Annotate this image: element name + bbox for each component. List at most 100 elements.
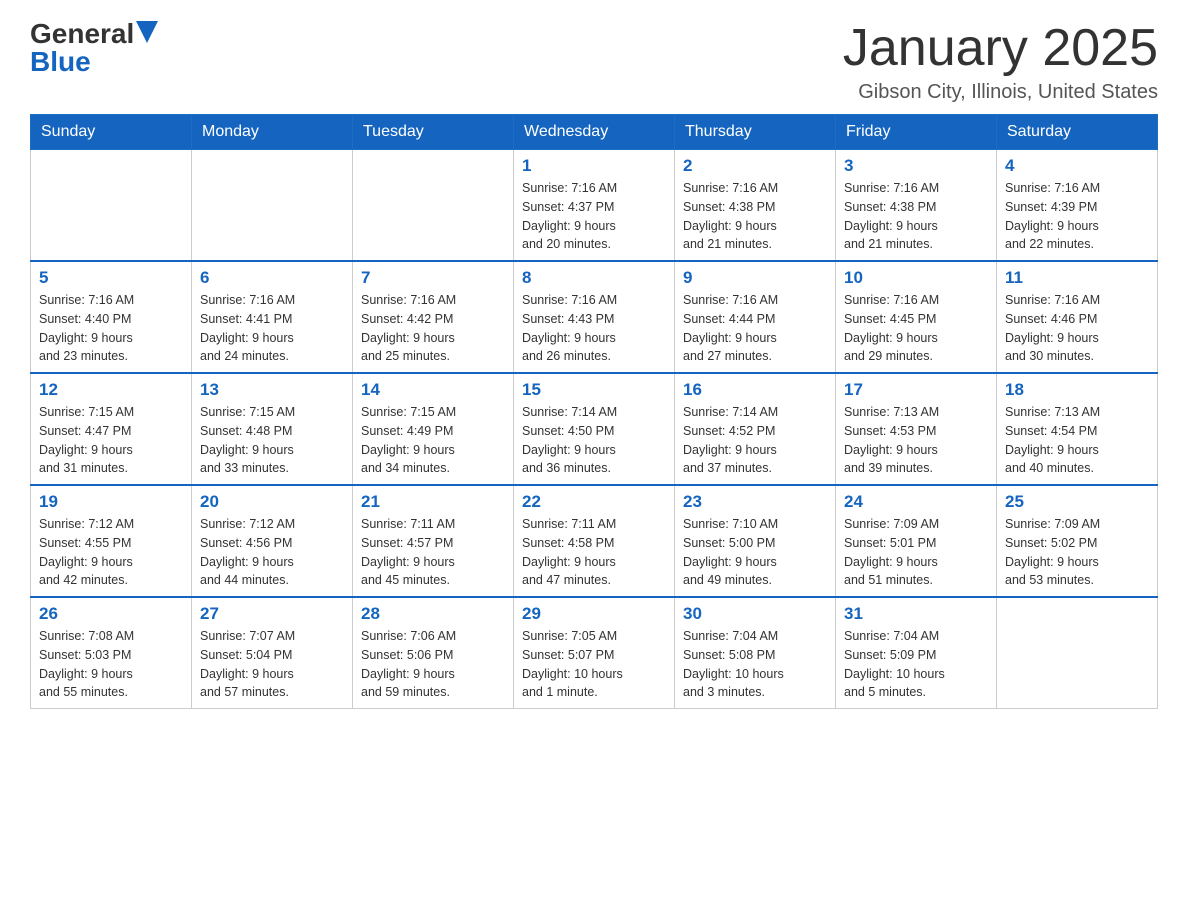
day-info: Sunrise: 7:05 AM Sunset: 5:07 PM Dayligh… bbox=[522, 627, 666, 702]
day-number: 7 bbox=[361, 268, 505, 288]
day-number: 12 bbox=[39, 380, 183, 400]
day-info: Sunrise: 7:11 AM Sunset: 4:58 PM Dayligh… bbox=[522, 515, 666, 590]
day-info: Sunrise: 7:14 AM Sunset: 4:52 PM Dayligh… bbox=[683, 403, 827, 478]
day-header-tuesday: Tuesday bbox=[353, 115, 514, 150]
location-text: Gibson City, Illinois, United States bbox=[843, 81, 1158, 104]
day-header-thursday: Thursday bbox=[675, 115, 836, 150]
day-number: 19 bbox=[39, 492, 183, 512]
day-info: Sunrise: 7:13 AM Sunset: 4:53 PM Dayligh… bbox=[844, 403, 988, 478]
calendar-cell: 10 Sunrise: 7:16 AM Sunset: 4:45 PM Dayli… bbox=[836, 261, 997, 373]
day-info: Sunrise: 7:16 AM Sunset: 4:39 PM Dayligh… bbox=[1005, 179, 1149, 254]
day-number: 11 bbox=[1005, 268, 1149, 288]
day-info: Sunrise: 7:11 AM Sunset: 4:57 PM Dayligh… bbox=[361, 515, 505, 590]
calendar-cell: 8Sunrise: 7:16 AM Sunset: 4:43 PM Daylig… bbox=[514, 261, 675, 373]
calendar-cell: 1Sunrise: 7:16 AM Sunset: 4:37 PM Daylig… bbox=[514, 150, 675, 262]
month-title: January 2025 bbox=[843, 20, 1158, 77]
day-number: 20 bbox=[200, 492, 344, 512]
calendar-cell: 15Sunrise: 7:14 AM Sunset: 4:50 PM Dayli… bbox=[514, 373, 675, 485]
title-section: January 2025 Gibson City, Illinois, Unit… bbox=[843, 20, 1158, 104]
logo-general-text: General bbox=[30, 20, 134, 48]
calendar-cell: 12 Sunrise: 7:15 AM Sunset: 4:47 PM Dayli… bbox=[31, 373, 192, 485]
day-info: Sunrise: 7:09 AM Sunset: 5:01 PM Dayligh… bbox=[844, 515, 988, 590]
day-info: Sunrise: 7:15 AM Sunset: 4:48 PM Dayligh… bbox=[200, 403, 344, 478]
calendar-cell: 23Sunrise: 7:10 AM Sunset: 5:00 PM Dayli… bbox=[675, 485, 836, 597]
day-number: 24 bbox=[844, 492, 988, 512]
calendar-week-row: 26 Sunrise: 7:08 AM Sunset: 5:03 PM Dayli… bbox=[31, 597, 1158, 709]
day-number: 28 bbox=[361, 604, 505, 624]
day-info: Sunrise: 7:09 AM Sunset: 5:02 PM Dayligh… bbox=[1005, 515, 1149, 590]
calendar-cell bbox=[353, 150, 514, 262]
calendar-cell: 20Sunrise: 7:12 AM Sunset: 4:56 PM Dayli… bbox=[192, 485, 353, 597]
day-number: 31 bbox=[844, 604, 988, 624]
calendar-cell: 17Sunrise: 7:13 AM Sunset: 4:53 PM Dayli… bbox=[836, 373, 997, 485]
day-number: 18 bbox=[1005, 380, 1149, 400]
day-info: Sunrise: 7:16 AM Sunset: 4:38 PM Dayligh… bbox=[844, 179, 988, 254]
day-number: 30 bbox=[683, 604, 827, 624]
day-number: 4 bbox=[1005, 156, 1149, 176]
calendar-cell: 14 Sunrise: 7:15 AM Sunset: 4:49 PM Dayli… bbox=[353, 373, 514, 485]
calendar-cell: 6 Sunrise: 7:16 AM Sunset: 4:41 PM Daylig… bbox=[192, 261, 353, 373]
day-info: Sunrise: 7:16 AM Sunset: 4:41 PM Dayligh… bbox=[200, 291, 344, 366]
day-header-saturday: Saturday bbox=[997, 115, 1158, 150]
calendar-cell: 26 Sunrise: 7:08 AM Sunset: 5:03 PM Dayli… bbox=[31, 597, 192, 709]
calendar-cell: 31 Sunrise: 7:04 AM Sunset: 5:09 PM Dayli… bbox=[836, 597, 997, 709]
page-header: General Blue January 2025 Gibson City, I… bbox=[30, 20, 1158, 104]
calendar-week-row: 19 Sunrise: 7:12 AM Sunset: 4:55 PM Dayli… bbox=[31, 485, 1158, 597]
day-number: 10 bbox=[844, 268, 988, 288]
calendar-cell: 21Sunrise: 7:11 AM Sunset: 4:57 PM Dayli… bbox=[353, 485, 514, 597]
calendar-cell: 13 Sunrise: 7:15 AM Sunset: 4:48 PM Dayli… bbox=[192, 373, 353, 485]
day-info: Sunrise: 7:16 AM Sunset: 4:43 PM Dayligh… bbox=[522, 291, 666, 366]
calendar-cell: 19 Sunrise: 7:12 AM Sunset: 4:55 PM Dayli… bbox=[31, 485, 192, 597]
day-info: Sunrise: 7:04 AM Sunset: 5:09 PM Dayligh… bbox=[844, 627, 988, 702]
day-info: Sunrise: 7:12 AM Sunset: 4:55 PM Dayligh… bbox=[39, 515, 183, 590]
logo-arrow-icon bbox=[136, 21, 158, 43]
day-number: 13 bbox=[200, 380, 344, 400]
calendar-cell: 4 Sunrise: 7:16 AM Sunset: 4:39 PM Daylig… bbox=[997, 150, 1158, 262]
day-header-friday: Friday bbox=[836, 115, 997, 150]
day-number: 15 bbox=[522, 380, 666, 400]
logo: General Blue bbox=[30, 20, 158, 76]
calendar-week-row: 1Sunrise: 7:16 AM Sunset: 4:37 PM Daylig… bbox=[31, 150, 1158, 262]
day-info: Sunrise: 7:06 AM Sunset: 5:06 PM Dayligh… bbox=[361, 627, 505, 702]
calendar-cell: 5Sunrise: 7:16 AM Sunset: 4:40 PM Daylig… bbox=[31, 261, 192, 373]
day-number: 6 bbox=[200, 268, 344, 288]
day-info: Sunrise: 7:08 AM Sunset: 5:03 PM Dayligh… bbox=[39, 627, 183, 702]
calendar-cell: 22 Sunrise: 7:11 AM Sunset: 4:58 PM Dayli… bbox=[514, 485, 675, 597]
day-info: Sunrise: 7:16 AM Sunset: 4:46 PM Dayligh… bbox=[1005, 291, 1149, 366]
day-number: 9 bbox=[683, 268, 827, 288]
calendar-cell: 30 Sunrise: 7:04 AM Sunset: 5:08 PM Dayli… bbox=[675, 597, 836, 709]
day-info: Sunrise: 7:04 AM Sunset: 5:08 PM Dayligh… bbox=[683, 627, 827, 702]
day-number: 2 bbox=[683, 156, 827, 176]
day-number: 1 bbox=[522, 156, 666, 176]
day-info: Sunrise: 7:15 AM Sunset: 4:49 PM Dayligh… bbox=[361, 403, 505, 478]
day-number: 26 bbox=[39, 604, 183, 624]
day-number: 14 bbox=[361, 380, 505, 400]
calendar-table: SundayMondayTuesdayWednesdayThursdayFrid… bbox=[30, 114, 1158, 709]
day-info: Sunrise: 7:16 AM Sunset: 4:38 PM Dayligh… bbox=[683, 179, 827, 254]
day-number: 16 bbox=[683, 380, 827, 400]
calendar-week-row: 5Sunrise: 7:16 AM Sunset: 4:40 PM Daylig… bbox=[31, 261, 1158, 373]
calendar-cell: 24 Sunrise: 7:09 AM Sunset: 5:01 PM Dayli… bbox=[836, 485, 997, 597]
day-number: 25 bbox=[1005, 492, 1149, 512]
calendar-cell bbox=[192, 150, 353, 262]
calendar-cell: 7Sunrise: 7:16 AM Sunset: 4:42 PM Daylig… bbox=[353, 261, 514, 373]
calendar-header-row: SundayMondayTuesdayWednesdayThursdayFrid… bbox=[31, 115, 1158, 150]
day-info: Sunrise: 7:16 AM Sunset: 4:44 PM Dayligh… bbox=[683, 291, 827, 366]
day-number: 29 bbox=[522, 604, 666, 624]
calendar-cell: 29 Sunrise: 7:05 AM Sunset: 5:07 PM Dayli… bbox=[514, 597, 675, 709]
calendar-cell: 2 Sunrise: 7:16 AM Sunset: 4:38 PM Daylig… bbox=[675, 150, 836, 262]
day-info: Sunrise: 7:07 AM Sunset: 5:04 PM Dayligh… bbox=[200, 627, 344, 702]
day-info: Sunrise: 7:16 AM Sunset: 4:40 PM Dayligh… bbox=[39, 291, 183, 366]
day-info: Sunrise: 7:10 AM Sunset: 5:00 PM Dayligh… bbox=[683, 515, 827, 590]
day-header-monday: Monday bbox=[192, 115, 353, 150]
day-info: Sunrise: 7:16 AM Sunset: 4:45 PM Dayligh… bbox=[844, 291, 988, 366]
day-number: 22 bbox=[522, 492, 666, 512]
calendar-week-row: 12 Sunrise: 7:15 AM Sunset: 4:47 PM Dayli… bbox=[31, 373, 1158, 485]
day-header-sunday: Sunday bbox=[31, 115, 192, 150]
calendar-cell: 16 Sunrise: 7:14 AM Sunset: 4:52 PM Dayli… bbox=[675, 373, 836, 485]
calendar-cell: 25 Sunrise: 7:09 AM Sunset: 5:02 PM Dayli… bbox=[997, 485, 1158, 597]
day-header-wednesday: Wednesday bbox=[514, 115, 675, 150]
day-info: Sunrise: 7:15 AM Sunset: 4:47 PM Dayligh… bbox=[39, 403, 183, 478]
calendar-cell: 28 Sunrise: 7:06 AM Sunset: 5:06 PM Dayli… bbox=[353, 597, 514, 709]
calendar-cell: 27Sunrise: 7:07 AM Sunset: 5:04 PM Dayli… bbox=[192, 597, 353, 709]
